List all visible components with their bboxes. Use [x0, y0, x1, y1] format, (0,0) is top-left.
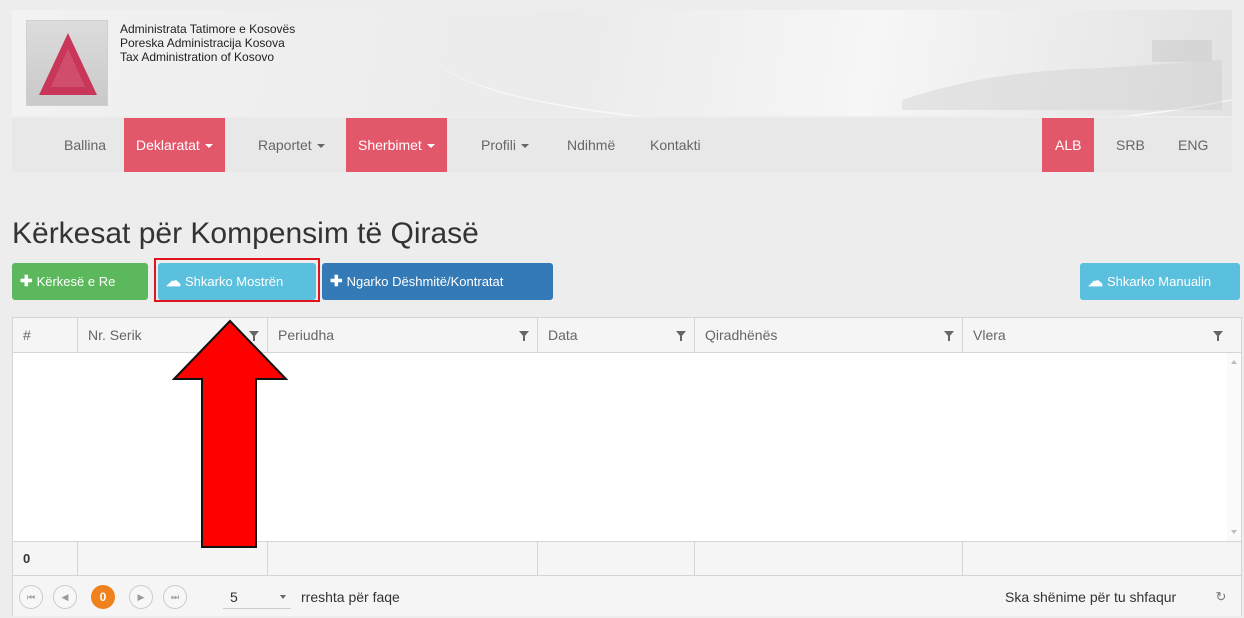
caret-down-icon [280, 595, 286, 599]
banner-hand-image [902, 40, 1222, 110]
column-header-value[interactable]: Vlera [963, 318, 1231, 353]
language-label: SRB [1116, 137, 1145, 153]
nav-label: Kontakti [650, 137, 701, 153]
cloud-download-icon: ☁ [1088, 273, 1103, 290]
scroll-down-icon[interactable] [1231, 530, 1237, 534]
nav-item-sherbimet[interactable]: Sherbimet [346, 118, 447, 172]
annotation-arrow-icon [171, 319, 289, 548]
language-srb[interactable]: SRB [1104, 118, 1157, 172]
previous-page-icon[interactable]: ◀ [53, 585, 77, 609]
nav-label: Profili [481, 137, 517, 153]
new-request-button[interactable]: ✚ Kërkesë e Re [12, 263, 148, 300]
org-name-english: Tax Administration of Kosovo [120, 50, 275, 64]
header-banner: Administrata Tatimore e Kosovës Poreska … [12, 10, 1232, 116]
main-navbar: Ballina Deklaratat Raportet Sherbimet Pr… [12, 118, 1232, 172]
new-request-label: Kërkesë e Re [36, 274, 116, 289]
tak-logo[interactable] [26, 20, 108, 106]
nav-label: Sherbimet [358, 137, 422, 153]
page-size-value: 5 [230, 589, 238, 605]
caret-down-icon [316, 144, 325, 149]
last-page-icon[interactable]: ⏭ [163, 585, 187, 609]
nav-item-deklaratat[interactable]: Deklaratat [124, 118, 225, 172]
nav-item-raportet[interactable]: Raportet [246, 118, 337, 172]
column-label: Qiradhënës [705, 327, 778, 343]
nav-item-kontakti[interactable]: Kontakti [638, 118, 713, 172]
filter-icon[interactable] [944, 331, 954, 341]
empty-message: Ska shënime për tu shfaqur [1005, 589, 1177, 605]
column-label: Data [548, 327, 578, 343]
first-page-icon[interactable]: ⏮ [19, 585, 43, 609]
grid-scrollbar[interactable] [1227, 353, 1241, 541]
nav-label: Deklaratat [136, 137, 200, 153]
footer-count: 0 [13, 542, 78, 576]
caret-down-icon [521, 144, 530, 149]
download-manual-label: Shkarko Manualin [1107, 274, 1212, 289]
nav-label: Raportet [258, 137, 312, 153]
annotation-highlight-box [154, 258, 320, 302]
footer-cell [963, 542, 1241, 576]
filter-icon[interactable] [676, 331, 686, 341]
page-size-select[interactable]: 5 [223, 585, 291, 609]
filter-icon[interactable] [519, 331, 529, 341]
footer-cell [695, 542, 963, 576]
nav-label: Ndihmë [567, 137, 616, 153]
plus-icon: ✚ [20, 273, 33, 290]
caret-down-icon [204, 144, 213, 149]
column-label: Nr. Serik [88, 327, 142, 343]
organization-name: Administrata Tatimore e Kosovës Poreska … [120, 22, 295, 64]
org-name-albanian: Administrata Tatimore e Kosovës [120, 22, 296, 36]
page-title: Kërkesat për Kompensim të Qirasë [12, 217, 479, 250]
triangle-logo-icon [39, 33, 97, 95]
upload-evidence-label: Ngarko Dëshmitë/Kontratat [346, 274, 504, 289]
upload-evidence-button[interactable]: ✚ Ngarko Dëshmitë/Kontratat [322, 263, 553, 300]
download-manual-button[interactable]: ☁ Shkarko Manualin [1080, 263, 1240, 300]
language-label: ENG [1178, 137, 1209, 153]
column-header-index[interactable]: # [13, 318, 78, 353]
scroll-up-icon[interactable] [1231, 360, 1237, 364]
nav-label: Ballina [64, 137, 107, 153]
language-alb[interactable]: ALB [1042, 118, 1095, 172]
column-header-date[interactable]: Data [538, 318, 695, 353]
column-header-period[interactable]: Periudha [268, 318, 538, 353]
next-page-icon[interactable]: ▶ [129, 585, 153, 609]
language-label: ALB [1055, 137, 1082, 153]
nav-item-ballina[interactable]: Ballina [52, 118, 118, 172]
filter-icon[interactable] [1213, 331, 1223, 341]
column-label: Vlera [973, 327, 1006, 343]
org-name-serbian: Poreska Administracija Kosova [120, 36, 285, 50]
refresh-icon[interactable]: ↻ [1209, 585, 1233, 609]
page-size-label: rreshta për faqe [301, 589, 400, 605]
nav-item-ndihme[interactable]: Ndihmë [555, 118, 627, 172]
footer-cell [538, 542, 695, 576]
nav-item-profili[interactable]: Profili [469, 118, 541, 172]
plus-icon: ✚ [330, 273, 343, 290]
column-header-landlord[interactable]: Qiradhënës [695, 318, 963, 353]
current-page[interactable]: 0 [91, 585, 115, 609]
footer-cell [268, 542, 538, 576]
caret-down-icon [426, 144, 435, 149]
language-eng[interactable]: ENG [1166, 118, 1220, 172]
column-label: # [23, 327, 31, 343]
grid-pager: ⏮ ◀ 0 ▶ ⏭ 5 rreshta për faqe Ska shënime… [13, 576, 1241, 616]
